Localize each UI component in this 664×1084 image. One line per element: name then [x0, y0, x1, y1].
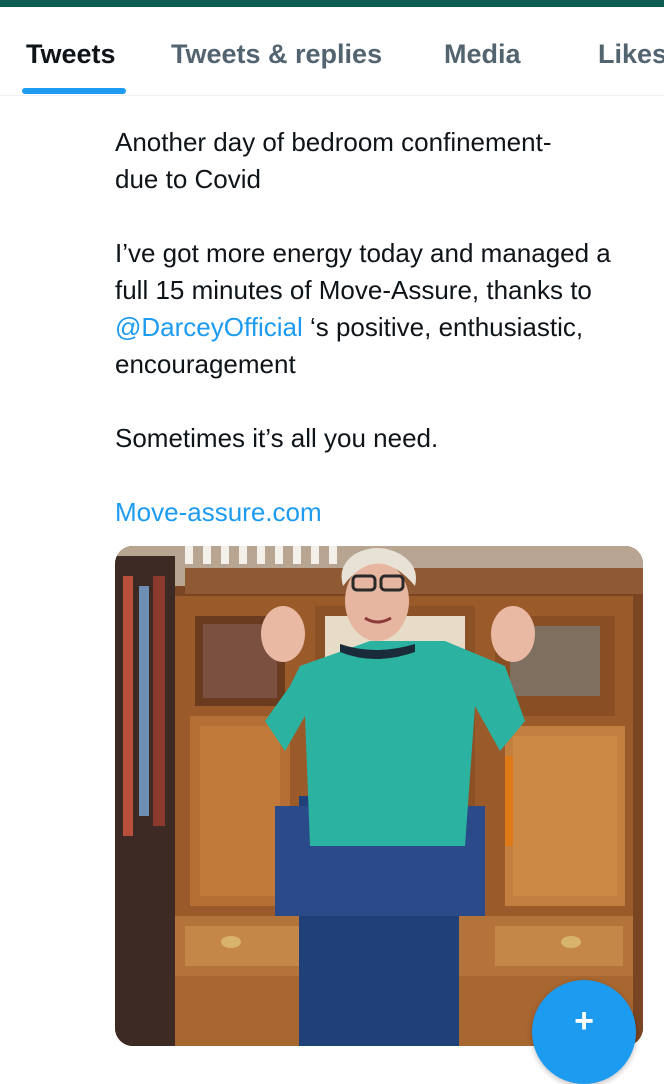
compose-plus-icon: + — [574, 1002, 594, 1040]
compose-button[interactable]: + — [532, 980, 636, 1084]
tab-likes[interactable]: Likes — [598, 39, 664, 70]
tweet-paragraph: I’ve got more energy today and managed a… — [115, 235, 645, 383]
mention-link[interactable]: @DarceyOfficial — [115, 312, 303, 342]
active-tab-indicator — [22, 88, 126, 94]
tweet-line: Another day of bedroom confinement- — [115, 127, 552, 157]
tweet-line: due to Covid — [115, 164, 261, 194]
video-thumbnail — [115, 546, 643, 1046]
tweet-media-video[interactable] — [115, 546, 643, 1046]
status-bar-strip — [0, 0, 664, 7]
profile-tabs: Tweets Tweets & replies Media Likes — [0, 7, 664, 96]
tab-media[interactable]: Media — [444, 39, 521, 70]
external-link[interactable]: Move-assure.com — [115, 494, 645, 531]
tab-tweets-replies[interactable]: Tweets & replies — [171, 39, 382, 70]
tab-tweets[interactable]: Tweets — [26, 39, 116, 70]
tweet-text: Another day of bedroom confinement- due … — [115, 124, 645, 531]
tweet-paragraph: Sometimes it’s all you need. — [115, 423, 439, 453]
tweet-text-segment: I’ve got more energy today and managed a… — [115, 238, 611, 305]
